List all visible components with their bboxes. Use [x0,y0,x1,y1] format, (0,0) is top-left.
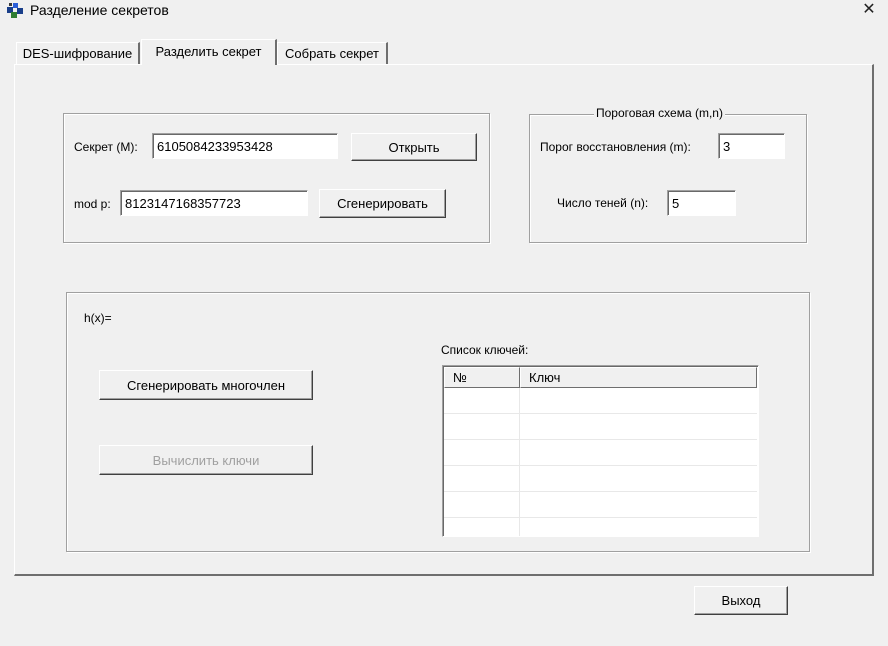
threshold-m-label: Порог восстановления (m): [540,140,691,154]
app-icon [7,3,23,18]
exit-button[interactable]: Выход [694,586,788,615]
hx-label: h(x)= [84,311,112,325]
secret-label: Секрет (M): [74,140,138,154]
generate-button[interactable]: Сгенерировать [319,189,446,218]
table-row [444,492,757,518]
tab-des-encryption[interactable]: DES-шифрование [16,42,140,64]
shadows-n-input[interactable] [667,190,736,216]
tab-combine-secret[interactable]: Собрать секрет [277,42,388,64]
table-row [444,388,757,414]
shadows-n-label: Число теней (n): [557,196,649,210]
table-row [444,466,757,492]
calculate-keys-button: Вычислить ключи [99,445,313,475]
column-header-number[interactable]: № [444,367,520,388]
threshold-m-input[interactable] [718,133,785,159]
keys-list-view[interactable]: № Ключ [442,365,759,537]
column-header-key[interactable]: Ключ [520,367,757,388]
window-title: Разделение секретов [30,2,169,18]
open-button[interactable]: Открыть [351,133,477,161]
title-bar: Разделение секретов ✕ [0,0,888,22]
table-row [444,414,757,440]
keys-list-header: № Ключ [444,367,757,388]
tab-split-secret[interactable]: Разделить секрет [141,39,277,65]
generate-polynomial-button[interactable]: Сгенерировать многочлен [99,370,313,400]
threshold-group-legend: Пороговая схема (m,n) [594,106,725,120]
secret-input[interactable] [152,133,338,159]
table-row [444,440,757,466]
keys-list-label: Список ключей: [441,343,529,357]
modp-label: mod p: [74,197,111,211]
modp-input[interactable] [120,190,308,216]
close-icon[interactable]: ✕ [856,0,882,20]
